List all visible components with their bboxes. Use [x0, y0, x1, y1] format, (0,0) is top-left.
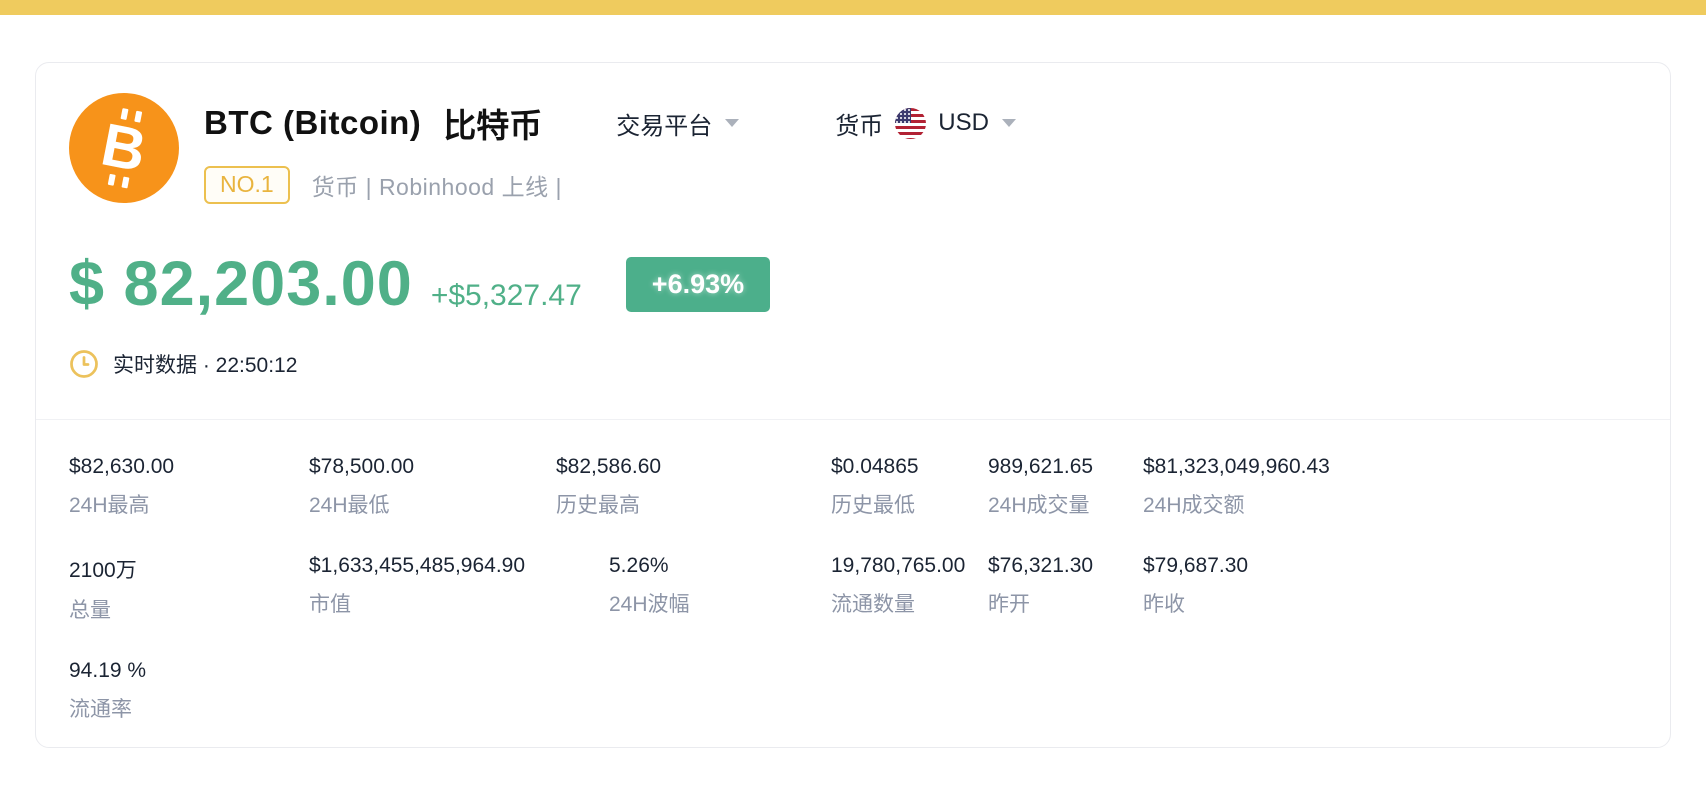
stat-label: 总量	[69, 594, 309, 624]
coin-tags: 货币 | Robinhood 上线 |	[312, 168, 562, 202]
price-change: +$5,327.47	[431, 279, 582, 313]
stats-row-3: 94.19 % 流通率	[69, 659, 1637, 723]
stat-total-supply: 2100万 总量	[69, 554, 309, 624]
coin-info: BTC (Bitcoin) 比特币 交易平台 货币 USD NO.1 货币 | …	[204, 93, 1637, 204]
stat-circulating-supply: 19,780,765.00 流通数量	[831, 554, 988, 624]
stat-value: 19,780,765.00	[831, 554, 988, 578]
stat-24h-amplitude: 5.26% 24H波幅	[609, 554, 831, 624]
coin-header: B BTC (Bitcoin) 比特币 交易平台 货币 USD	[69, 93, 1637, 204]
stat-value: $78,500.00	[309, 455, 556, 479]
stat-24h-volume: 989,621.65 24H成交量	[988, 455, 1143, 519]
stat-label: 历史最低	[831, 489, 988, 519]
badge-row: NO.1 货币 | Robinhood 上线 |	[204, 166, 1637, 204]
stat-value: $1,633,455,485,964.90	[309, 554, 609, 578]
coin-title-cn: 比特币	[443, 99, 542, 147]
exchange-dropdown[interactable]: 交易平台	[616, 106, 739, 141]
stat-prev-open: $76,321.30 昨开	[988, 554, 1143, 624]
stats-row-2: 2100万 总量 $1,633,455,485,964.90 市值 5.26% …	[69, 554, 1637, 624]
stat-label: 流通率	[69, 693, 309, 723]
bitcoin-logo-icon: B	[69, 93, 179, 203]
stat-value: 2100万	[69, 554, 309, 584]
stat-label: 历史最高	[556, 489, 831, 519]
stat-value: $0.04865	[831, 455, 988, 479]
stat-value: $82,586.60	[556, 455, 831, 479]
stat-circulation-rate: 94.19 % 流通率	[69, 659, 309, 723]
rank-badge: NO.1	[204, 166, 290, 204]
divider	[36, 419, 1670, 420]
stat-value: $79,687.30	[1143, 554, 1637, 578]
currency-value: USD	[938, 109, 989, 137]
us-flag-icon	[895, 108, 926, 139]
stat-label: 昨收	[1143, 588, 1637, 618]
coin-title: BTC (Bitcoin)	[204, 104, 421, 142]
stat-label: 市值	[309, 588, 609, 618]
stat-24h-turnover: $81,323,049,960.43 24H成交额	[1143, 455, 1637, 519]
price-change-percent-badge: +6.93%	[626, 257, 770, 312]
stat-label: 昨开	[988, 588, 1143, 618]
currency-dropdown-label: 货币	[835, 106, 883, 141]
currency-dropdown[interactable]: 货币 USD	[835, 106, 1016, 141]
stat-label: 流通数量	[831, 588, 988, 618]
coin-overview-card: B BTC (Bitcoin) 比特币 交易平台 货币 USD	[35, 62, 1671, 748]
stat-market-cap: $1,633,455,485,964.90 市值	[309, 554, 609, 624]
chevron-down-icon	[725, 119, 739, 127]
clock-icon	[69, 349, 99, 379]
stat-all-time-high: $82,586.60 历史最高	[556, 455, 831, 519]
stat-label: 24H成交量	[988, 489, 1143, 519]
stat-prev-close: $79,687.30 昨收	[1143, 554, 1637, 624]
stat-value: $76,321.30	[988, 554, 1143, 578]
stat-label: 24H波幅	[609, 588, 831, 618]
stat-value: $81,323,049,960.43	[1143, 455, 1637, 479]
stat-value: $82,630.00	[69, 455, 309, 479]
title-row: BTC (Bitcoin) 比特币 交易平台 货币 USD	[204, 99, 1637, 147]
exchange-dropdown-label: 交易平台	[616, 106, 712, 141]
stats-grid: $82,630.00 24H最高 $78,500.00 24H最低 $82,58…	[69, 455, 1637, 723]
stat-all-time-low: $0.04865 历史最低	[831, 455, 988, 519]
stat-label: 24H最低	[309, 489, 556, 519]
stat-value: 989,621.65	[988, 455, 1143, 479]
stats-row-1: $82,630.00 24H最高 $78,500.00 24H最低 $82,58…	[69, 455, 1637, 519]
stat-label: 24H最高	[69, 489, 309, 519]
realtime-timestamp: 实时数据 · 22:50:12	[113, 349, 297, 379]
chevron-down-icon	[1002, 119, 1016, 127]
top-accent-bar	[0, 0, 1706, 15]
stat-24h-low: $78,500.00 24H最低	[309, 455, 556, 519]
stat-value: 5.26%	[609, 554, 831, 578]
price-row: $ 82,203.00 +$5,327.47 +6.93%	[69, 250, 1637, 319]
stat-label: 24H成交额	[1143, 489, 1637, 519]
stat-value: 94.19 %	[69, 659, 309, 683]
current-price: $ 82,203.00	[69, 250, 413, 319]
stat-24h-high: $82,630.00 24H最高	[69, 455, 309, 519]
realtime-row: 实时数据 · 22:50:12	[69, 349, 1637, 379]
